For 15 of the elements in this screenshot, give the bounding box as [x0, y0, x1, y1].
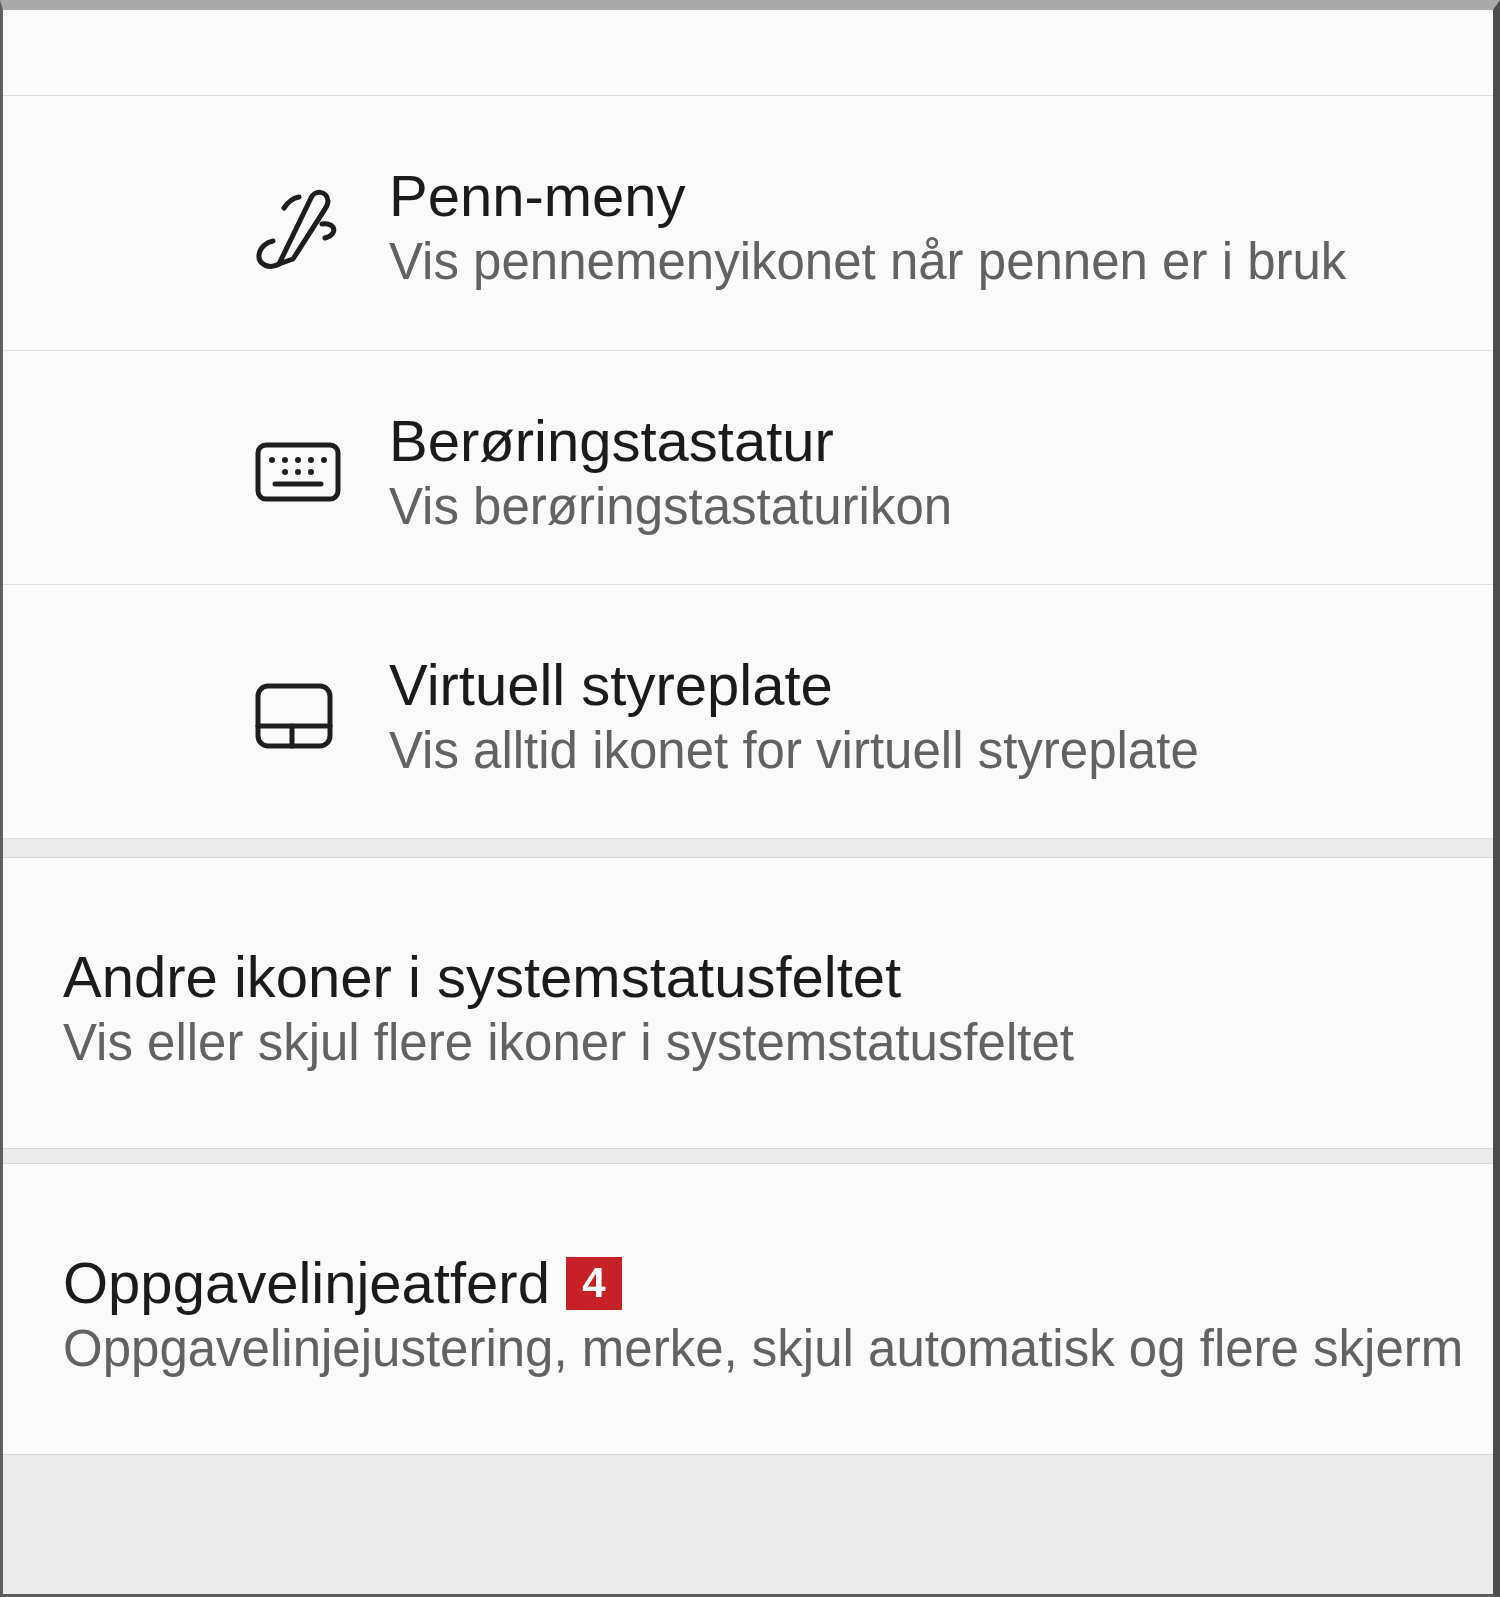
setting-title: Andre ikoner i systemstatusfeltet: [63, 943, 902, 1011]
settings-card[interactable]: Oppgavelinjeatferd 4 Oppgavelinjejustering, merke, skjul automatisk og flere skjerm: [3, 1163, 1493, 1455]
setting-description: Vis pennemenyikonet når pennen er i bruk: [389, 232, 1347, 292]
setting-title: Virtuell styreplate: [389, 650, 834, 719]
setting-title: Oppgavelinjeatferd: [63, 1249, 550, 1317]
setting-description: Oppgavelinjejustering, merke, skjul automatisk og flere skjerm: [63, 1319, 1464, 1379]
setting-title: Berøringstastatur: [389, 406, 835, 475]
setting-description: Vis berøringstastaturikon: [389, 476, 953, 537]
keyboard-icon: [255, 441, 341, 502]
settings-card[interactable]: Andre ikoner i systemstatusfeltet Vis eller skjul flere ikoner i systemstatusfeltet: [3, 857, 1493, 1149]
setting-description: Vis eller skjul flere ikoner i systemstatusfeltet: [63, 1013, 1074, 1073]
setting-description: Vis alltid ikonet for virtuell styreplate: [389, 720, 1199, 781]
setting-title: Penn-meny: [389, 162, 687, 230]
number-badge: 4: [565, 1256, 622, 1310]
touchpad-icon: [255, 682, 333, 749]
